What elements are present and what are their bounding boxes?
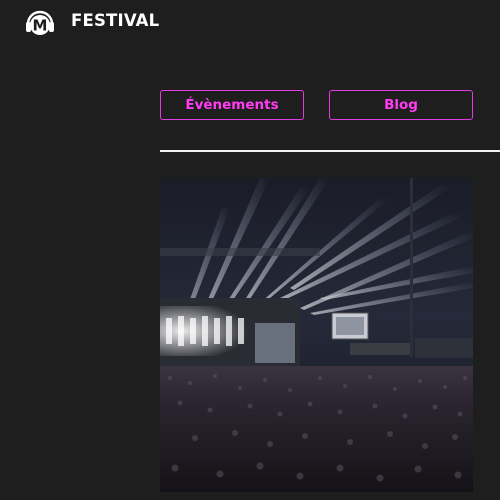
logo-letter: M — [33, 17, 48, 35]
blog-button[interactable]: Blog — [329, 90, 473, 120]
section-divider — [160, 150, 500, 152]
festival-logo-icon[interactable]: M — [24, 6, 56, 38]
brand-title[interactable]: FESTIVAL — [71, 11, 159, 31]
events-button[interactable]: Évènements — [160, 90, 304, 120]
hero-concert-image — [160, 178, 473, 492]
